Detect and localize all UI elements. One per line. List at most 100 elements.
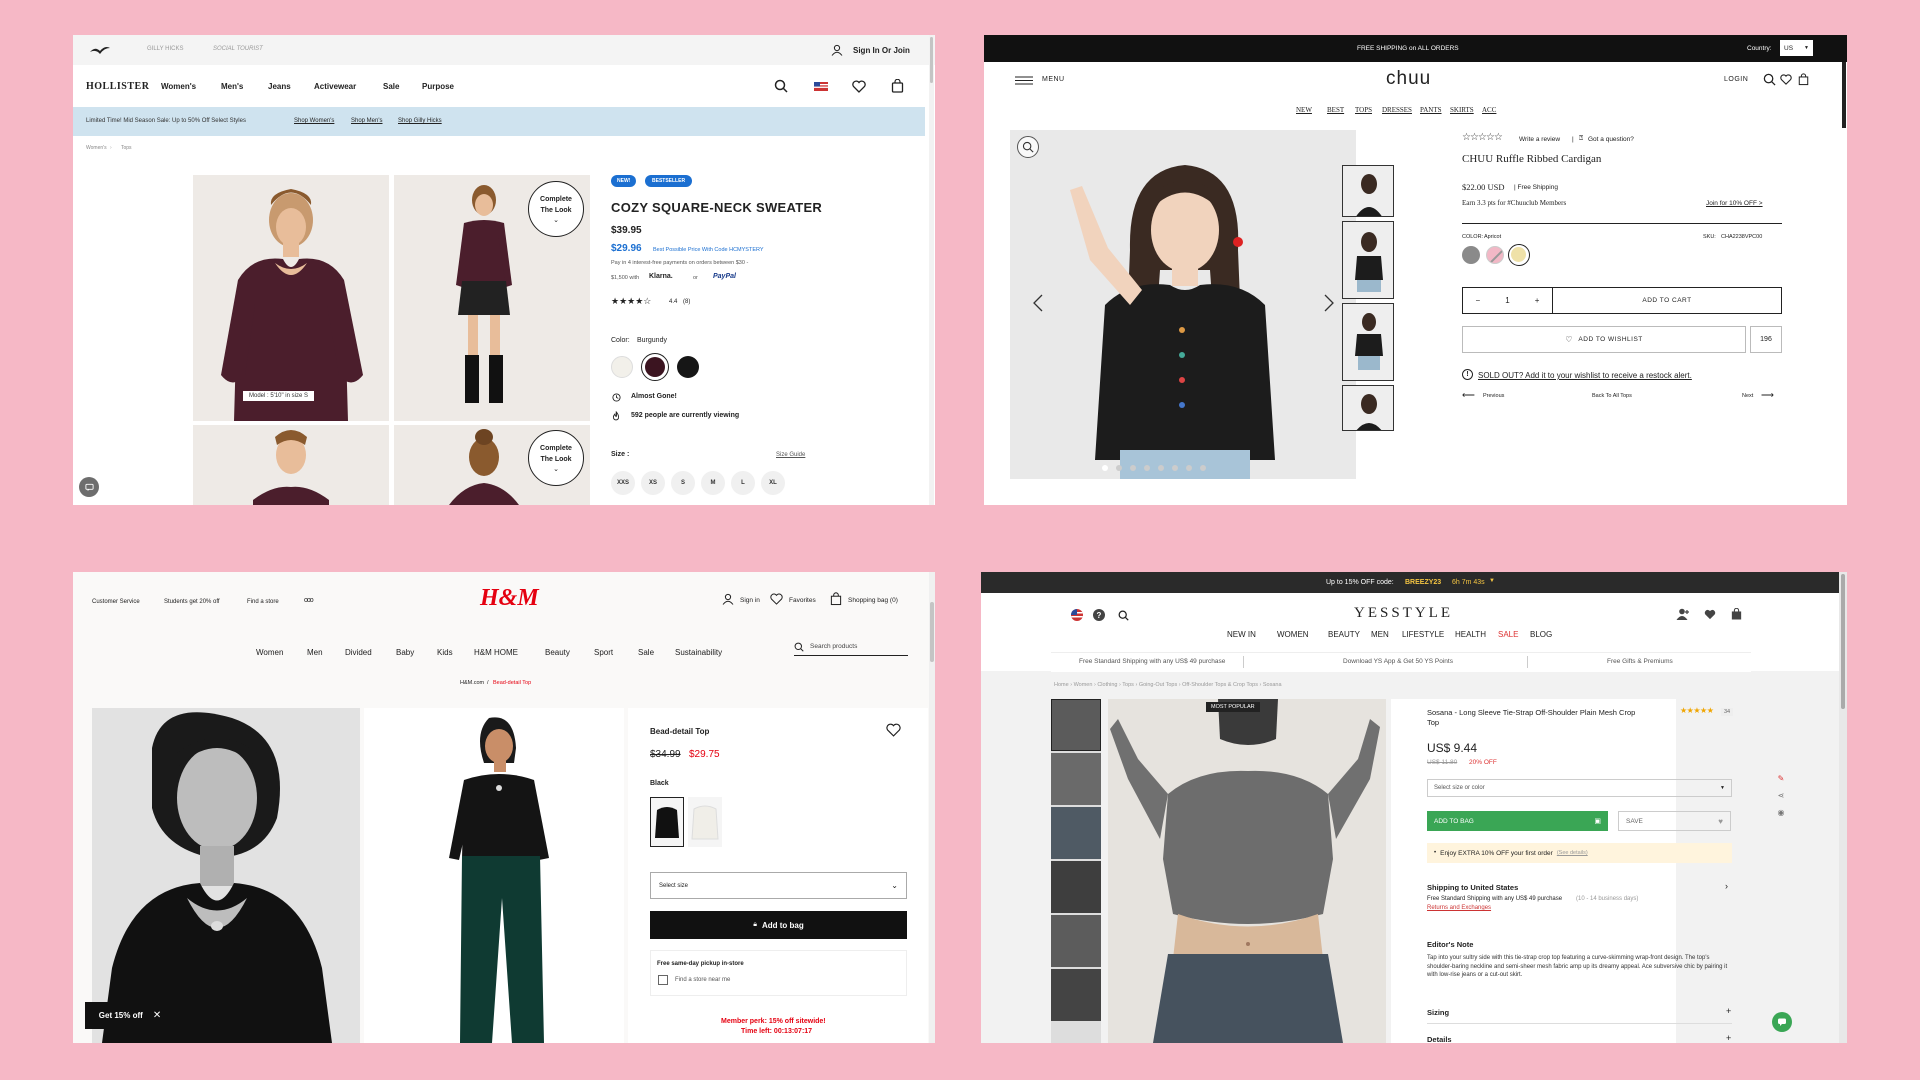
shop-womens-link[interactable]: Shop Women's xyxy=(294,118,334,124)
heart-icon[interactable] xyxy=(1779,72,1793,86)
bag-icon[interactable] xyxy=(889,78,905,94)
bag-icon[interactable] xyxy=(1729,607,1743,621)
us-flag-icon[interactable] xyxy=(814,81,828,91)
breadcrumb-women[interactable]: Women xyxy=(1074,682,1093,688)
nav-sale[interactable]: Sale xyxy=(638,648,654,657)
star-rating[interactable]: ★★★★★ xyxy=(1680,706,1714,715)
save-button[interactable]: SAVE ♥ xyxy=(1618,811,1731,831)
carousel-dot[interactable] xyxy=(1116,465,1122,471)
soldout-restock-link[interactable]: SOLD OUT? Add it to your wishlist to rec… xyxy=(1478,371,1692,380)
close-icon[interactable]: ✕ xyxy=(153,1010,161,1021)
klarna-logo[interactable]: Klarna. xyxy=(649,273,673,280)
star-rating[interactable]: ☆☆☆☆☆ xyxy=(1462,132,1503,143)
previous-arrow-icon[interactable]: ⟵ xyxy=(1462,390,1475,401)
bag-icon[interactable] xyxy=(1796,72,1810,86)
nav-best[interactable]: BEST xyxy=(1327,106,1344,114)
write-review-link[interactable]: Write a review xyxy=(1519,136,1560,143)
breadcrumb-off-shoulder[interactable]: Off-Shoulder Tops & Crop Tops xyxy=(1182,682,1258,688)
gilly-hicks-link[interactable]: GILLY HICKS xyxy=(147,46,183,52)
complete-the-look-button[interactable]: Complete The Look ⌄ xyxy=(528,181,584,237)
benefit-free-shipping[interactable]: Free Standard Shipping with any US$ 49 p… xyxy=(1079,658,1225,665)
hollister-logo[interactable]: HOLLISTER xyxy=(86,81,149,92)
thumbnail-3[interactable] xyxy=(1342,303,1394,381)
breadcrumb-tops[interactable]: Tops xyxy=(1122,682,1134,688)
shopping-bag-link[interactable]: Shopping bag (0) xyxy=(848,597,898,604)
question-link[interactable]: Got a question? xyxy=(1588,136,1634,143)
us-flag-icon[interactable] xyxy=(1071,609,1083,621)
shopping-bag-icon[interactable] xyxy=(829,591,843,606)
pickup-checkbox[interactable] xyxy=(658,975,668,985)
nav-tops[interactable]: TOPS xyxy=(1355,106,1372,114)
nav-item-mens[interactable]: Men's xyxy=(221,82,243,91)
nav-beauty[interactable]: Beauty xyxy=(545,648,570,657)
thumbnail-1[interactable] xyxy=(1342,165,1394,217)
chuu-logo[interactable]: chuu xyxy=(1386,68,1431,90)
nav-skirts[interactable]: SKIRTS xyxy=(1450,106,1474,114)
complete-the-look-button-2[interactable]: Complete The Look ⌄ xyxy=(528,430,584,486)
add-to-bag-button[interactable]: 🔒︎ Add to bag xyxy=(650,911,907,939)
hm-logo[interactable]: H&M xyxy=(480,585,539,612)
breadcrumb-clothing[interactable]: Clothing xyxy=(1097,682,1117,688)
join-link[interactable]: Join for 10% OFF > xyxy=(1706,200,1763,207)
color-swatch-black[interactable] xyxy=(677,356,699,378)
main-product-image[interactable] xyxy=(1010,130,1356,479)
size-m[interactable]: M xyxy=(701,471,725,495)
carousel-dot[interactable] xyxy=(1158,465,1164,471)
carousel-dots[interactable] xyxy=(1102,465,1262,471)
color-swatch-burgundy[interactable] xyxy=(641,353,669,381)
quantity-stepper[interactable]: − 1 + xyxy=(1462,287,1553,314)
nav-lifestyle[interactable]: LIFESTYLE xyxy=(1402,630,1444,639)
search-icon[interactable] xyxy=(1762,72,1776,86)
pin-icon[interactable]: ✎ xyxy=(1778,774,1785,783)
students-link[interactable]: Students get 20% off xyxy=(164,599,220,605)
nav-item-womens[interactable]: Women's xyxy=(161,82,196,91)
carousel-dot[interactable] xyxy=(1186,465,1192,471)
carousel-dot[interactable] xyxy=(1172,465,1178,471)
thumbnail[interactable] xyxy=(1051,753,1101,805)
more-options-icon[interactable]: ooo xyxy=(304,597,314,604)
search-input[interactable]: Search products xyxy=(794,638,908,656)
menu-label[interactable]: MENU xyxy=(1042,76,1065,83)
shipping-title[interactable]: Shipping to United States xyxy=(1427,883,1518,892)
select-size-color-dropdown[interactable]: Select size or color ▼ xyxy=(1427,779,1732,797)
nav-health[interactable]: HEALTH xyxy=(1455,630,1486,639)
nav-item-sale[interactable]: Sale xyxy=(383,82,399,91)
nav-dresses[interactable]: DRESSES xyxy=(1382,106,1412,114)
increase-qty-button[interactable]: + xyxy=(1535,296,1540,305)
carousel-dot[interactable] xyxy=(1102,465,1108,471)
shop-mens-link[interactable]: Shop Men's xyxy=(351,118,383,124)
breadcrumb-sosana[interactable]: Sosana xyxy=(1263,682,1282,688)
size-l[interactable]: L xyxy=(731,471,755,495)
review-count-badge[interactable]: 34 xyxy=(1721,708,1734,716)
find-store-link[interactable]: Find a store xyxy=(247,599,279,605)
next-image-arrow-icon[interactable] xyxy=(1322,292,1336,314)
carousel-dot[interactable] xyxy=(1200,465,1206,471)
nav-women[interactable]: WOMEN xyxy=(1277,630,1309,639)
thumbnail[interactable] xyxy=(1051,861,1101,913)
nav-acc[interactable]: ACC xyxy=(1482,106,1496,114)
search-icon[interactable] xyxy=(773,78,789,94)
nav-men[interactable]: Men xyxy=(307,648,323,657)
breadcrumb-going-out-tops[interactable]: Going-Out Tops xyxy=(1139,682,1177,688)
country-select[interactable]: US ▼ xyxy=(1780,40,1813,56)
nav-pants[interactable]: PANTS xyxy=(1420,106,1442,114)
scrollbar[interactable] xyxy=(1839,572,1847,1043)
thumbnail[interactable] xyxy=(1051,915,1101,967)
breadcrumb-tops[interactable]: Tops xyxy=(121,145,132,151)
product-image-closeup[interactable] xyxy=(193,425,389,505)
star-rating[interactable]: ★★★★☆ xyxy=(611,296,651,307)
search-icon[interactable] xyxy=(1117,609,1129,621)
account-icon[interactable] xyxy=(1675,607,1691,621)
yesstyle-logo[interactable]: YESSTYLE xyxy=(1354,605,1453,622)
carousel-dot[interactable] xyxy=(1130,465,1136,471)
hamburger-menu-icon[interactable] xyxy=(1014,73,1034,87)
select-size-dropdown[interactable]: Select size ⌄ xyxy=(650,872,907,899)
scrollbar[interactable] xyxy=(1841,62,1847,505)
sign-in-link[interactable]: Sign In Or Join xyxy=(853,46,910,55)
nav-divided[interactable]: Divided xyxy=(345,648,372,657)
pickup-store-link[interactable]: Find a store near me xyxy=(675,977,730,983)
size-xl[interactable]: XL xyxy=(761,471,785,495)
sizing-title[interactable]: Sizing xyxy=(1427,1008,1449,1017)
nav-sale[interactable]: SALE xyxy=(1498,630,1518,639)
sign-in-link[interactable]: Sign in xyxy=(740,597,760,604)
